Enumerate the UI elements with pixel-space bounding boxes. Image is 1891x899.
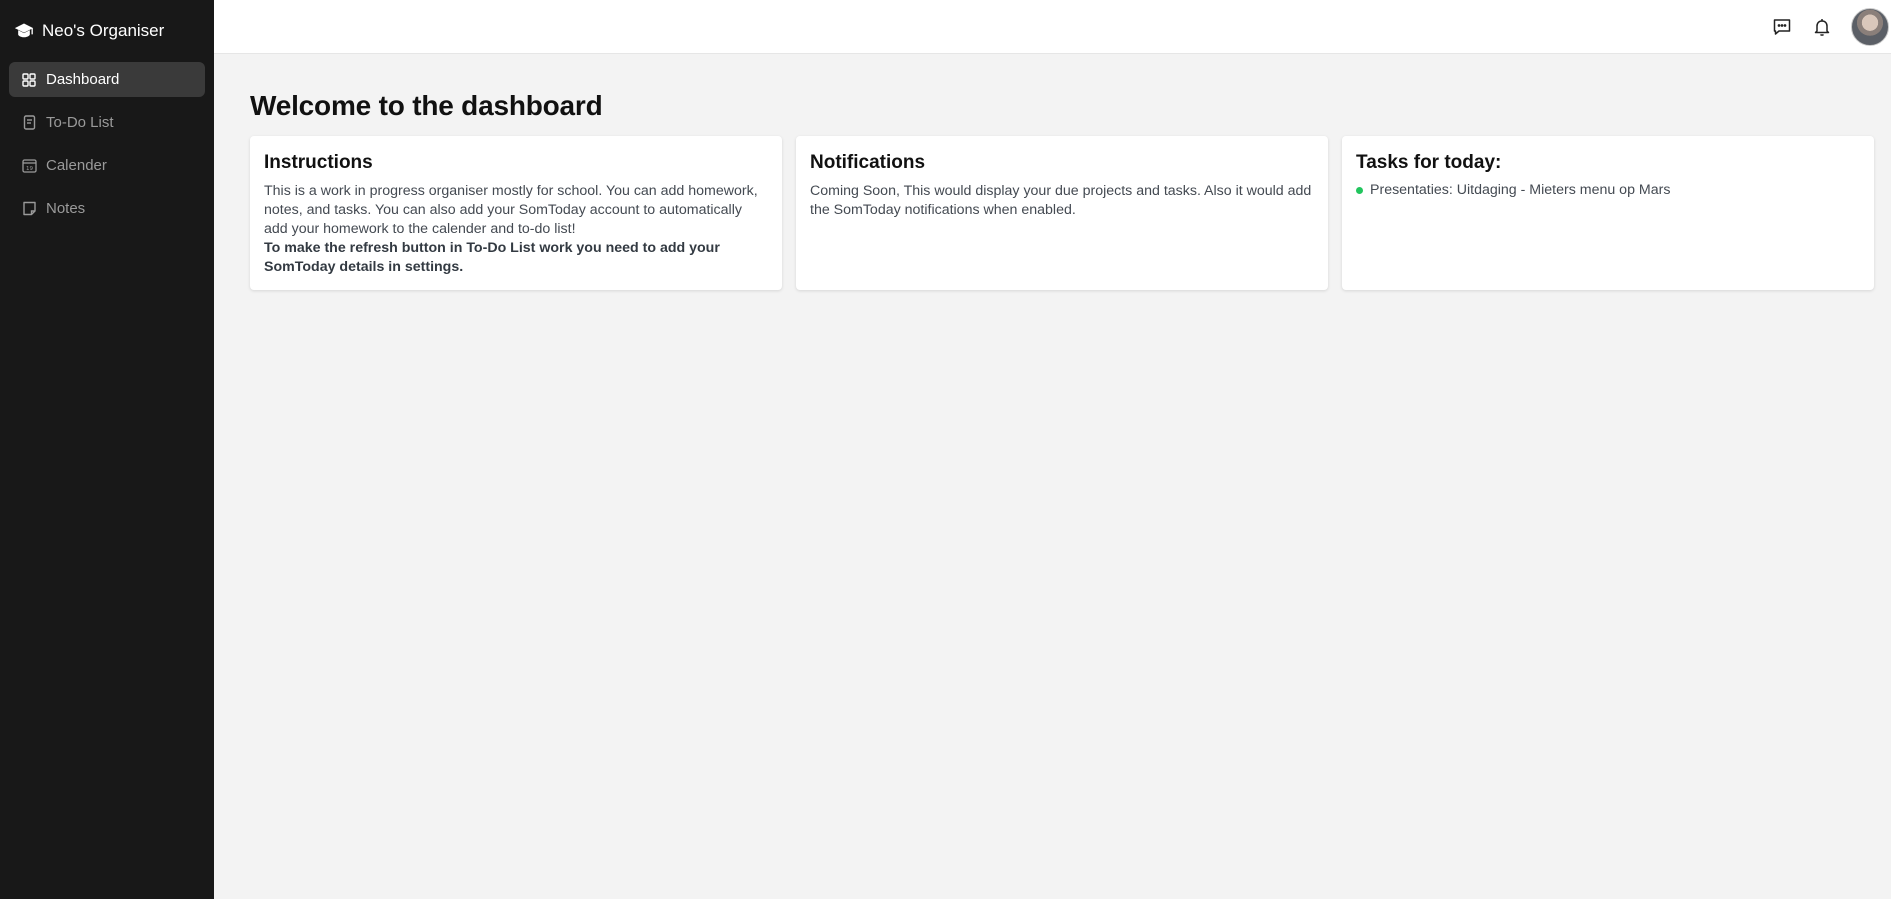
chat-icon[interactable] bbox=[1771, 16, 1793, 38]
status-dot-icon bbox=[1356, 186, 1363, 194]
page-title: Welcome to the dashboard bbox=[250, 90, 603, 121]
avatar[interactable] bbox=[1851, 7, 1889, 46]
sidebar-item-notes[interactable]: Notes bbox=[9, 191, 205, 226]
notifications-card: Notifications Coming Soon, This would di… bbox=[796, 136, 1328, 290]
sidebar-item-dashboard[interactable]: Dashboard bbox=[9, 62, 205, 97]
sidebar-item-label: Calender bbox=[46, 157, 107, 174]
bell-icon[interactable] bbox=[1811, 16, 1833, 38]
dashboard-grid-icon bbox=[21, 72, 37, 88]
instructions-bold-note: To make the refresh button in To-Do List… bbox=[264, 240, 720, 275]
graduation-cap-icon bbox=[14, 21, 34, 41]
dashboard-content: Welcome to the dashboard Instructions Th… bbox=[214, 54, 1891, 290]
tasks-card: Tasks for today: Presentaties: Uitdaging… bbox=[1342, 136, 1874, 290]
sidebar-nav: Dashboard To-Do List 19 Calender Notes bbox=[0, 62, 214, 226]
notes-icon bbox=[21, 201, 37, 217]
card-title: Instructions bbox=[264, 152, 373, 173]
calendar-icon: 19 bbox=[21, 158, 37, 174]
brand[interactable]: Neo's Organiser bbox=[0, 0, 214, 62]
sidebar-item-label: Dashboard bbox=[46, 71, 120, 88]
topbar bbox=[214, 0, 1891, 54]
app-title: Neo's Organiser bbox=[42, 21, 165, 40]
sidebar: Neo's Organiser Dashboard To-Do List 19 … bbox=[0, 0, 214, 899]
svg-text:19: 19 bbox=[26, 166, 33, 172]
task-item[interactable]: Presentaties: Uitdaging - Mieters menu o… bbox=[1356, 182, 1860, 198]
sidebar-item-calendar[interactable]: 19 Calender bbox=[9, 148, 205, 183]
sidebar-item-label: To-Do List bbox=[46, 114, 114, 131]
card-title: Tasks for today: bbox=[1356, 152, 1502, 173]
notifications-text: Coming Soon, This would display your due… bbox=[810, 183, 1312, 218]
card-row: Instructions This is a work in progress … bbox=[250, 136, 1875, 290]
sidebar-item-todo-list[interactable]: To-Do List bbox=[9, 105, 205, 140]
main-area: Welcome to the dashboard Instructions Th… bbox=[214, 0, 1891, 899]
instructions-card: Instructions This is a work in progress … bbox=[250, 136, 782, 290]
card-title: Notifications bbox=[810, 152, 926, 173]
todo-list-icon bbox=[21, 115, 37, 131]
sidebar-item-label: Notes bbox=[46, 200, 86, 217]
instructions-text: This is a work in progress organiser mos… bbox=[264, 183, 758, 237]
task-label: Presentaties: Uitdaging - Mieters menu o… bbox=[1370, 182, 1671, 198]
